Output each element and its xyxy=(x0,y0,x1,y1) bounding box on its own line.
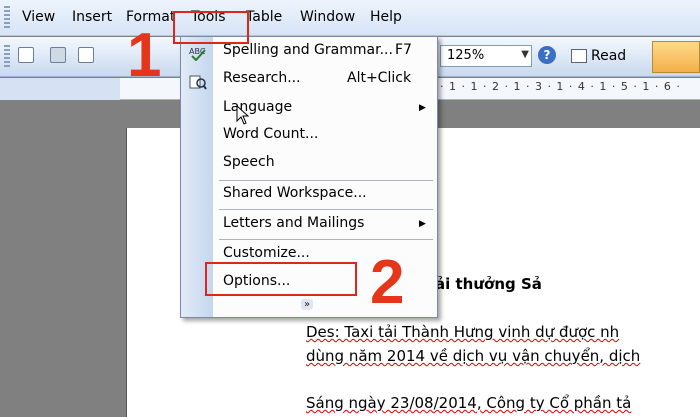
menu-help[interactable]: Help xyxy=(370,9,402,25)
ruler-margin xyxy=(0,78,120,100)
document-text-line: dùng năm 2014 về dịch vụ vận chuyển, dịc… xyxy=(306,347,641,365)
toolbar-grip[interactable] xyxy=(4,45,10,67)
zoom-select[interactable]: 125% ▼ xyxy=(440,45,532,67)
read-button[interactable]: Read xyxy=(566,45,633,67)
spelling-check-icon: ABC xyxy=(189,47,206,61)
menu-view[interactable]: View xyxy=(22,9,55,25)
ruler-marks: · 1 · 1 · 2 · 1 · 3 · 1 · 4 · 1 · 5 · 1 … xyxy=(440,80,681,93)
menu-item-research[interactable]: Research... xyxy=(223,70,301,86)
menu-item-spelling-and-grammar[interactable]: Spelling and Grammar... xyxy=(223,42,393,58)
menu-item-word-count[interactable]: Word Count... xyxy=(223,126,318,142)
shortcut-f7: F7 xyxy=(395,42,412,58)
highlight-options-item xyxy=(205,262,357,296)
menu-bar: View Insert Format Tools Table Window He… xyxy=(0,0,700,36)
menu-separator xyxy=(219,239,433,240)
formatting-toolbar-icon[interactable] xyxy=(652,41,700,73)
zoom-value: 125% xyxy=(447,48,485,63)
menubar-grip[interactable] xyxy=(4,6,10,28)
print-icon[interactable] xyxy=(50,47,66,63)
menu-separator xyxy=(219,209,433,210)
research-icon xyxy=(189,75,207,90)
menu-item-language[interactable]: Language xyxy=(223,99,292,115)
expand-menu-chevron-icon[interactable]: » xyxy=(301,299,314,310)
menu-item-speech[interactable]: Speech xyxy=(223,154,275,170)
document-text-line: Sáng ngày 23/08/2014, Công ty Cổ phần tả xyxy=(306,394,632,412)
menu-insert[interactable]: Insert xyxy=(72,9,112,25)
submenu-arrow-icon: ▶ xyxy=(419,219,426,229)
menu-window[interactable]: Window xyxy=(300,9,355,25)
step-number-1: 1 xyxy=(127,21,162,90)
print-preview-icon[interactable] xyxy=(78,47,94,63)
shortcut-alt-click: Alt+Click xyxy=(347,70,412,86)
document-text-line: Des: Taxi tải Thành Hưng vinh dự được nh xyxy=(306,323,620,341)
submenu-arrow-icon: ▶ xyxy=(419,103,426,113)
help-icon[interactable]: ? xyxy=(538,46,556,64)
new-document-icon[interactable] xyxy=(18,47,34,63)
book-icon xyxy=(571,49,587,63)
menu-item-shared-workspace[interactable]: Shared Workspace... xyxy=(223,185,367,201)
menu-item-letters-and-mailings[interactable]: Letters and Mailings xyxy=(223,215,364,231)
chevron-down-icon[interactable]: ▼ xyxy=(521,49,529,60)
mouse-cursor-icon xyxy=(236,105,250,125)
highlight-tools-menu xyxy=(173,11,249,44)
step-number-2: 2 xyxy=(370,248,405,317)
menu-table[interactable]: Table xyxy=(246,9,282,25)
menu-item-customize[interactable]: Customize... xyxy=(223,245,310,261)
read-label: Read xyxy=(591,48,627,64)
menu-separator xyxy=(219,180,433,181)
